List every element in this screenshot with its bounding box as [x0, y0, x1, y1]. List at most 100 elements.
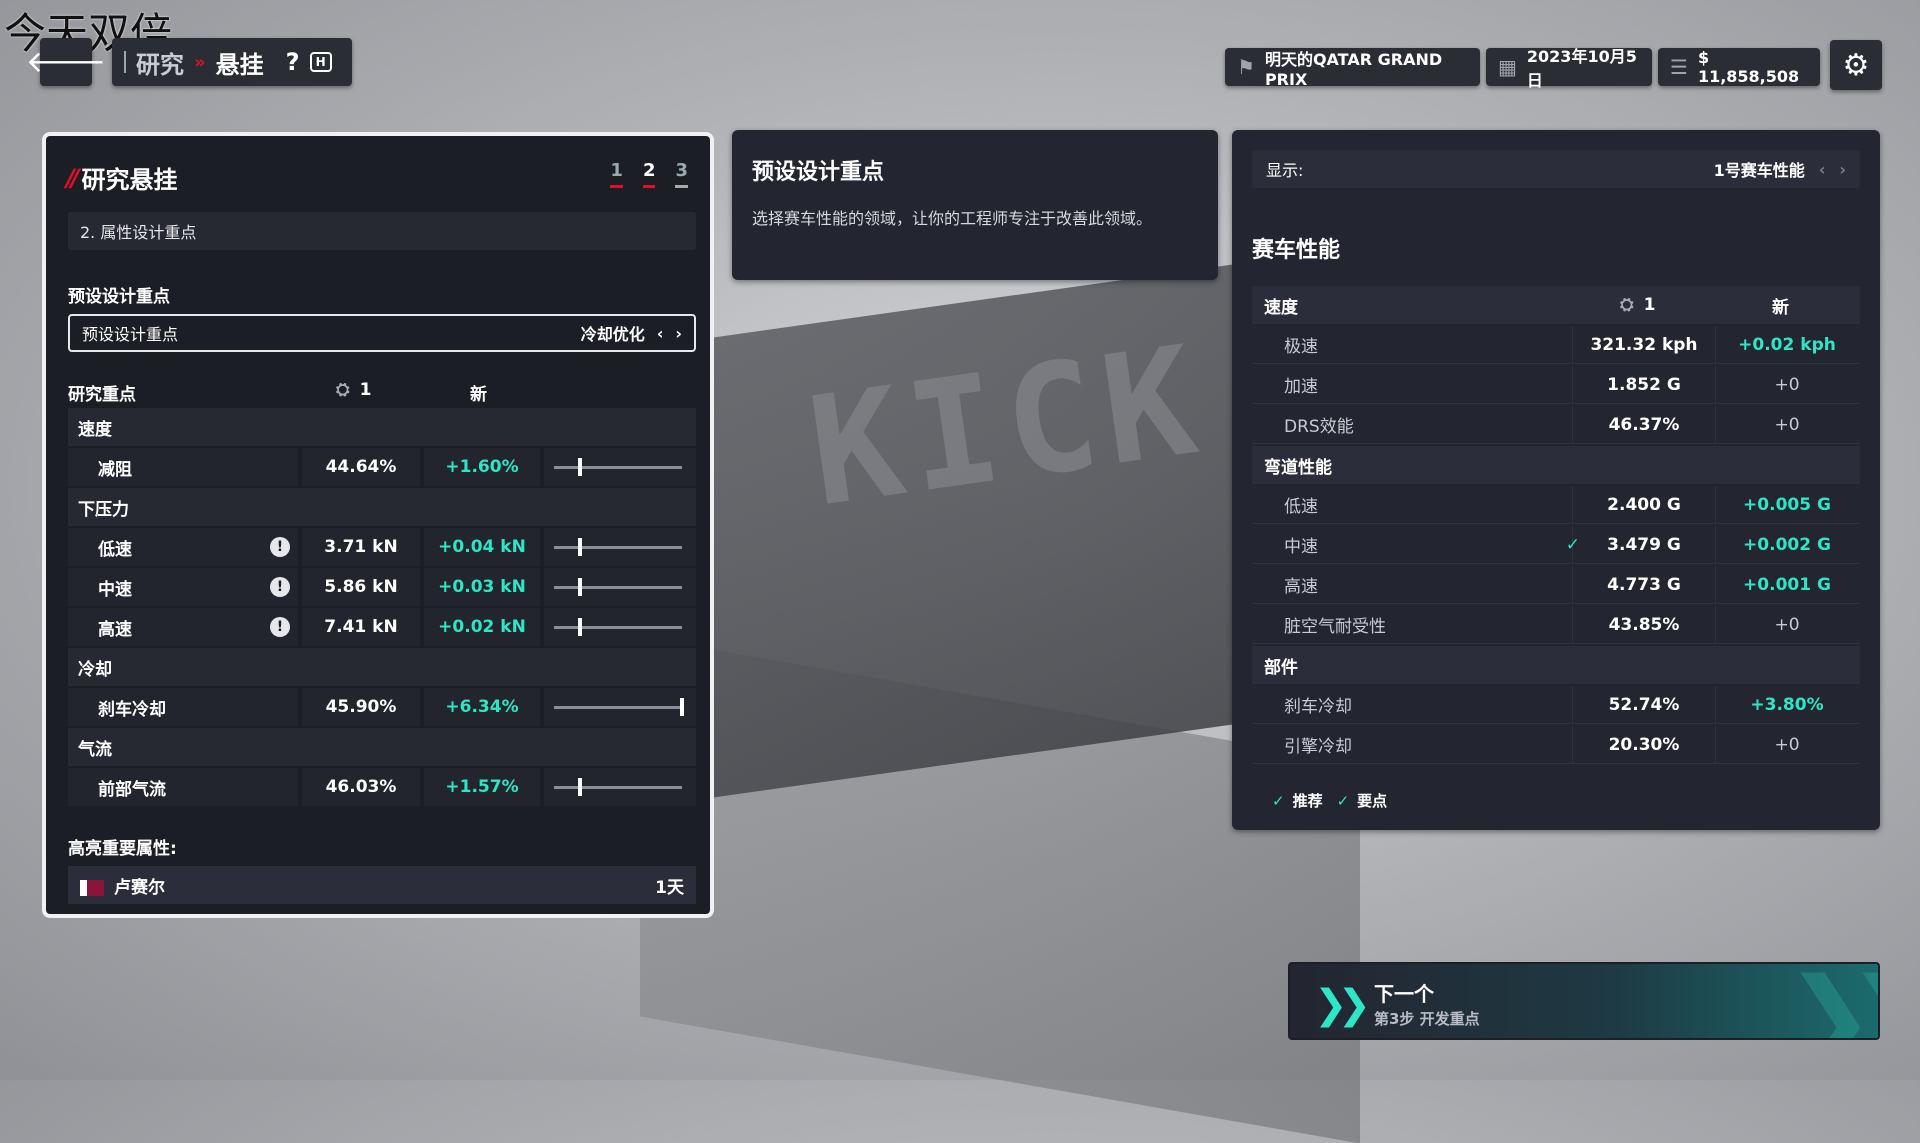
settings-button[interactable]: ⚙	[1830, 40, 1882, 90]
focus-current-value: 5.86 kN	[302, 568, 420, 606]
performance-name-label: 高速	[1284, 577, 1318, 597]
slider-track	[554, 626, 682, 629]
back-button[interactable]: 🡐	[26, 38, 106, 86]
chevron-left-icon[interactable]: ‹	[1819, 160, 1826, 179]
performance-name: 刹车冷却	[1252, 686, 1572, 724]
performance-value: 46.37%	[1572, 405, 1715, 444]
panel-title: // 研究悬挂	[66, 163, 178, 195]
performance-row: 脏空气耐受性 43.85% +0	[1252, 605, 1860, 644]
preset-selector[interactable]: 预设设计重点 冷却优化 ‹ ›	[68, 314, 696, 352]
car-icon: ⛭	[336, 380, 350, 400]
focus-row[interactable]: 中速! 5.86 kN +0.03 kN	[68, 568, 696, 606]
focus-delta-value: +1.57%	[424, 768, 540, 806]
performance-title: 赛车性能	[1252, 238, 1341, 263]
performance-row: 高速 4.773 G +0.001 G	[1252, 565, 1860, 604]
chevron-right-icon[interactable]: ›	[675, 324, 682, 343]
focus-current-value: 7.41 kN	[302, 608, 420, 646]
focus-row[interactable]: 低速! 3.71 kN +0.04 kN	[68, 528, 696, 566]
breadcrumb-current: 悬挂	[215, 50, 264, 79]
category-row: 速度	[68, 408, 696, 446]
performance-name: 低速	[1252, 486, 1572, 524]
focus-current-value: 44.64%	[302, 448, 420, 486]
performance-name-label: 低速	[1284, 497, 1318, 517]
col-new-header: 新	[1772, 297, 1789, 318]
legend-recommend: 推荐	[1292, 792, 1323, 810]
date-label: 2023年10月5日	[1526, 47, 1637, 90]
col-car-header: ⛭ 1	[1620, 295, 1655, 315]
performance-name: 极速	[1252, 326, 1572, 364]
brand-slash-icon: //	[66, 163, 79, 192]
performance-name: 加速	[1252, 366, 1572, 404]
performance-value: 43.85%	[1572, 605, 1715, 644]
focus-row[interactable]: 前部气流 46.03% +1.57%	[68, 768, 696, 806]
focus-slider[interactable]	[544, 448, 696, 486]
event-pill: ⚑ 明天的QATAR GRAND PRIX	[1225, 48, 1480, 89]
performance-delta: +0.001 G	[1715, 565, 1858, 604]
display-selector[interactable]: 显示: 1号赛车性能 ‹ ›	[1252, 150, 1860, 188]
legend: ✓ 推荐 ✓ 要点	[1272, 790, 1387, 811]
focus-slider[interactable]	[544, 688, 696, 726]
step-2[interactable]: 2	[642, 160, 656, 188]
focus-slider[interactable]	[544, 528, 696, 566]
display-label: 显示:	[1266, 161, 1304, 180]
step-3[interactable]: 3	[675, 160, 688, 188]
performance-value: 2.400 G	[1572, 485, 1715, 524]
slider-handle[interactable]	[577, 578, 582, 596]
performance-delta: +0.005 G	[1715, 485, 1858, 524]
performance-name-label: 中速	[1284, 537, 1318, 557]
slider-handle[interactable]	[680, 698, 684, 716]
focus-name: 中速!	[68, 568, 298, 606]
focus-name-label: 前部气流	[98, 779, 166, 800]
performance-value: 3.479 G	[1572, 525, 1715, 564]
warning-icon[interactable]: !	[270, 617, 290, 637]
info-title: 预设设计重点	[752, 160, 885, 185]
double-check-icon: ✓	[1565, 534, 1580, 555]
driver-highlight-row[interactable]: 卢赛尔 1天	[68, 866, 696, 904]
section-name: 速度	[1264, 297, 1298, 318]
performance-value: 1.852 G	[1572, 365, 1715, 404]
performance-row: DRS效能 46.37% +0	[1252, 405, 1860, 444]
performance-name-label: 加速	[1284, 377, 1318, 397]
focus-name-label: 刹车冷却	[98, 699, 166, 720]
focus-name-label: 减阻	[98, 459, 132, 480]
focus-delta-value: +0.02 kN	[424, 608, 540, 646]
category-row: 气流	[68, 728, 696, 766]
performance-name: 引擎冷却	[1252, 726, 1572, 764]
double-check-icon: ✓	[1336, 792, 1350, 810]
focus-row[interactable]: 高速! 7.41 kN +0.02 kN	[68, 608, 696, 646]
chevron-left-icon[interactable]: ‹	[657, 324, 664, 343]
focus-slider[interactable]	[544, 568, 696, 606]
focus-row[interactable]: 刹车冷却 45.90% +6.34%	[68, 688, 696, 726]
help-button[interactable]: ?	[286, 48, 300, 76]
check-icon: ✓	[1272, 792, 1285, 810]
focus-slider[interactable]	[544, 608, 696, 646]
col-car-header: ⛭ 1	[336, 380, 372, 400]
date-pill: ▦ 2023年10月5日	[1486, 47, 1652, 90]
next-button[interactable]: ❯❯ ❯❯ 下一个 第3步 开发重点	[1288, 962, 1880, 1040]
focus-name: 刹车冷却	[68, 688, 298, 726]
slider-handle[interactable]	[577, 618, 582, 636]
section-row: 速度 ⛭ 1 新	[1252, 286, 1860, 324]
performance-row: 加速 1.852 G +0	[1252, 365, 1860, 404]
slider-track	[554, 546, 682, 549]
section-row: 部件	[1252, 646, 1860, 684]
slider-handle[interactable]	[577, 538, 582, 556]
warning-icon[interactable]: !	[270, 537, 290, 557]
focus-delta-value: +0.04 kN	[424, 528, 540, 566]
section-row: 弯道性能	[1252, 446, 1860, 484]
slider-handle[interactable]	[577, 778, 582, 796]
focus-row[interactable]: 减阻 44.64% +1.60%	[68, 448, 696, 486]
chevron-right-icon[interactable]: ›	[1839, 160, 1846, 179]
preset-field-label: 预设设计重点	[82, 325, 179, 344]
warning-icon[interactable]: !	[270, 577, 290, 597]
step-1[interactable]: 1	[610, 160, 623, 188]
breadcrumb-parent[interactable]: 研究	[136, 45, 184, 80]
focus-slider[interactable]	[544, 768, 696, 806]
step-indicator: 1 2 3	[610, 160, 688, 188]
help-hotkey: H	[309, 52, 332, 72]
display-value: 1号赛车性能	[1713, 161, 1805, 180]
section-name: 部件	[1264, 657, 1298, 678]
slider-handle[interactable]	[577, 458, 582, 476]
performance-delta: +0	[1715, 365, 1858, 404]
legend-key: 要点	[1357, 792, 1388, 810]
